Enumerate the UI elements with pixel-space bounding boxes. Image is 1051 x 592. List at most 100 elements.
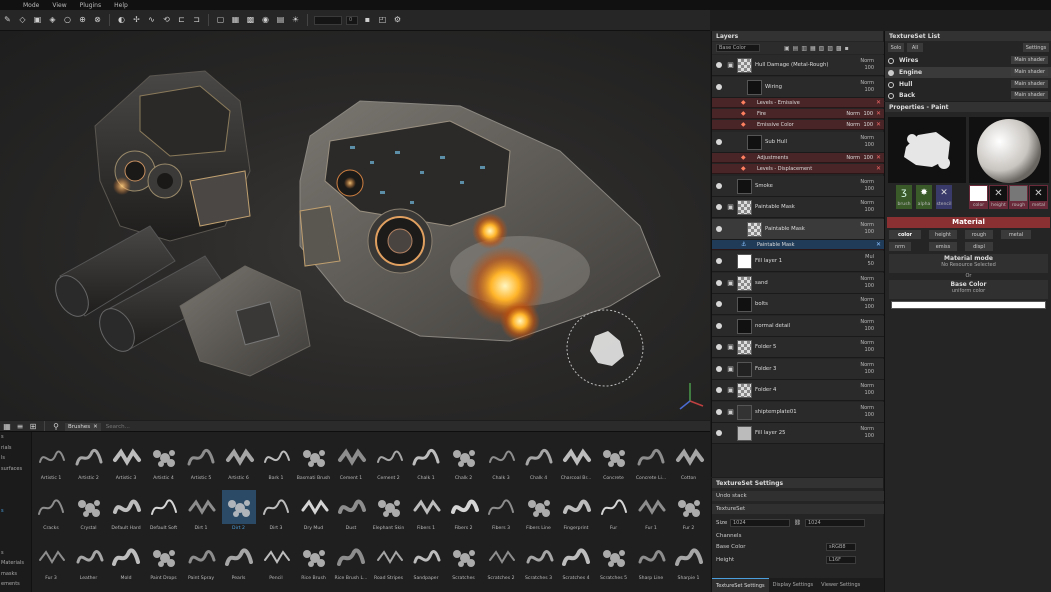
tab-viewer-settings[interactable]: Viewer Settings <box>817 578 864 592</box>
brush-item[interactable]: Cracks <box>34 490 68 534</box>
brush-item[interactable]: Fibers 2 <box>447 490 481 534</box>
eye-icon[interactable] <box>716 301 722 308</box>
layer-row[interactable]: Smoke Norm 100 <box>712 175 884 197</box>
radio-icon[interactable] <box>888 69 894 76</box>
layer-blend[interactable]: Norm 100 <box>860 200 874 214</box>
size-select[interactable]: 1024 <box>730 519 790 527</box>
brush-item[interactable]: Pearls <box>222 540 256 584</box>
eye-icon[interactable] <box>716 387 722 394</box>
layer-row[interactable]: Paintable Mask Norm 100 <box>712 218 884 240</box>
layer-blend[interactable]: Norm 100 <box>860 276 874 290</box>
eye-icon[interactable] <box>716 322 722 329</box>
brush-item[interactable]: Fur 3 <box>34 540 68 584</box>
menu-plugins[interactable]: Plugins <box>80 2 102 9</box>
camera-icon[interactable]: ▢ <box>215 15 226 26</box>
clone-icon[interactable]: ⊕ <box>77 15 88 26</box>
filter-row[interactable]: ◆ Levels - Displacement ✕ <box>712 164 884 175</box>
brush-item[interactable]: Sandpaper <box>409 540 443 584</box>
delete-icon[interactable]: ✕ <box>876 165 881 172</box>
layer-blend[interactable]: Norm 100 <box>860 340 874 354</box>
symmetry-icon[interactable]: ◐ <box>116 15 127 26</box>
eye-icon[interactable] <box>716 408 722 415</box>
mat-color-toggle[interactable]: color <box>889 230 921 239</box>
textureset-item-selected[interactable]: Engine Main shader <box>885 67 1051 78</box>
layer-row[interactable]: Wiring Norm 100 <box>712 76 884 98</box>
delete-icon[interactable]: ✕ <box>876 154 881 161</box>
tab-textureset-settings[interactable]: TextureSet Settings <box>712 578 769 592</box>
eye-icon[interactable] <box>716 365 722 372</box>
mat-emiss-toggle[interactable]: emiss <box>929 242 957 251</box>
brush-item[interactable]: Elephant Skin <box>372 490 406 534</box>
light-icon[interactable]: ☀ <box>290 15 301 26</box>
textureset-item[interactable]: Hull Main shader <box>885 79 1051 90</box>
filter-row[interactable]: ◆ Adjustments Norm 100 ✕ <box>712 153 884 164</box>
material-mode-box[interactable]: Material mode No Resource Selected <box>889 254 1048 273</box>
layer-row[interactable]: normal detail Norm 100 <box>712 315 884 337</box>
undo-stack[interactable]: Undo stack <box>712 491 884 501</box>
shelf-category-selected[interactable]: s <box>0 506 31 517</box>
channel-select[interactable]: Base Color <box>716 44 760 52</box>
mat-metal-toggle[interactable]: metal <box>1001 230 1031 239</box>
settings-gear-icon[interactable]: ⚙ <box>392 15 403 26</box>
base-color-swatch[interactable] <box>891 301 1046 309</box>
shelf-search-input[interactable]: Search... <box>106 424 130 430</box>
brush-item[interactable]: Artistic 1 <box>34 440 68 484</box>
mat-nrm-toggle[interactable]: nrm <box>889 242 911 251</box>
lazy-mouse-icon[interactable]: ✢ <box>131 15 142 26</box>
layer-row[interactable]: ▣ sand Norm 100 <box>712 272 884 294</box>
brush-item[interactable]: Crystal <box>72 490 106 534</box>
shelf-category[interactable] <box>0 495 31 506</box>
brush-item[interactable]: Cement 1 <box>334 440 368 484</box>
eraser-icon[interactable]: ◇ <box>17 15 28 26</box>
alpha-swatch[interactable]: ✸ alpha <box>916 185 932 209</box>
brush-item[interactable]: Default Soft <box>147 490 181 534</box>
layer-row[interactable]: ▣ shiptemplate01 Norm 100 <box>712 401 884 423</box>
radio-icon[interactable] <box>888 81 894 88</box>
brush-item[interactable]: Fur 1 <box>634 490 668 534</box>
mat-rough-toggle[interactable]: rough <box>965 230 993 239</box>
brush-item[interactable]: Pencil <box>259 540 293 584</box>
brush-item[interactable]: Concrete Li... <box>634 440 668 484</box>
smudge-icon[interactable]: ○ <box>62 15 73 26</box>
mat-height-toggle[interactable]: height <box>929 230 957 239</box>
shelf-category[interactable] <box>0 527 31 538</box>
layer-row[interactable]: ▣ Folder 4 Norm 100 <box>712 380 884 402</box>
menu-view[interactable]: View <box>52 2 66 9</box>
channel-format-select[interactable]: sRGB8 <box>826 543 856 551</box>
layer-tools-icons[interactable]: ▣▤▥▦▧▨▩▪ <box>784 45 852 52</box>
brush-item[interactable]: Artistic 4 <box>147 440 181 484</box>
grid-icon[interactable]: ▩ <box>245 15 256 26</box>
shelf-category[interactable]: Materials <box>0 558 31 569</box>
close-icon[interactable]: ✕ <box>93 424 98 430</box>
eye-icon[interactable] <box>716 182 722 189</box>
textureset-item[interactable]: Wires Main shader <box>885 55 1051 66</box>
shader-select[interactable]: Main shader <box>1011 91 1048 99</box>
picker-icon[interactable]: ⊗ <box>92 15 103 26</box>
eye-icon[interactable] <box>716 258 722 265</box>
mirror-y-icon[interactable]: ⊐ <box>191 15 202 26</box>
shelf-category[interactable]: rials <box>0 443 31 454</box>
brush-item[interactable]: Bark 1 <box>259 440 293 484</box>
brush-item[interactable]: Leather <box>72 540 106 584</box>
shelf-category[interactable] <box>0 485 31 496</box>
brush-item[interactable]: Charcoal Br... <box>559 440 593 484</box>
brush-item[interactable]: Chalk 4 <box>522 440 556 484</box>
shelf-category[interactable]: masks <box>0 569 31 580</box>
mirror-x-icon[interactable]: ⊏ <box>176 15 187 26</box>
eye-icon[interactable] <box>716 279 722 286</box>
layer-blend[interactable]: Norm 100 <box>860 319 874 333</box>
layer-blend[interactable]: Norm 100 <box>860 383 874 397</box>
brush-item[interactable]: Cement 2 <box>372 440 406 484</box>
shelf-category[interactable]: s <box>0 548 31 559</box>
folder-icon[interactable]: ▣ <box>726 365 735 373</box>
folder-icon[interactable]: ▣ <box>726 343 735 351</box>
brush-item[interactable]: Dirt 2 <box>221 490 256 534</box>
shader-select[interactable]: Main shader <box>1011 68 1048 76</box>
channel-swatch-metal[interactable]: ✕ metal <box>1029 185 1048 209</box>
brush-item[interactable]: Artistic 6 <box>222 440 256 484</box>
paint-brush-icon[interactable]: ✎ <box>2 15 13 26</box>
layer-row[interactable]: ▣ Paintable Mask Norm 100 <box>712 197 884 218</box>
brush-item[interactable]: Rice Brush <box>297 540 331 584</box>
brush-item[interactable]: Paint Drops <box>147 540 181 584</box>
swatch-icon[interactable]: ▪ <box>362 15 373 26</box>
